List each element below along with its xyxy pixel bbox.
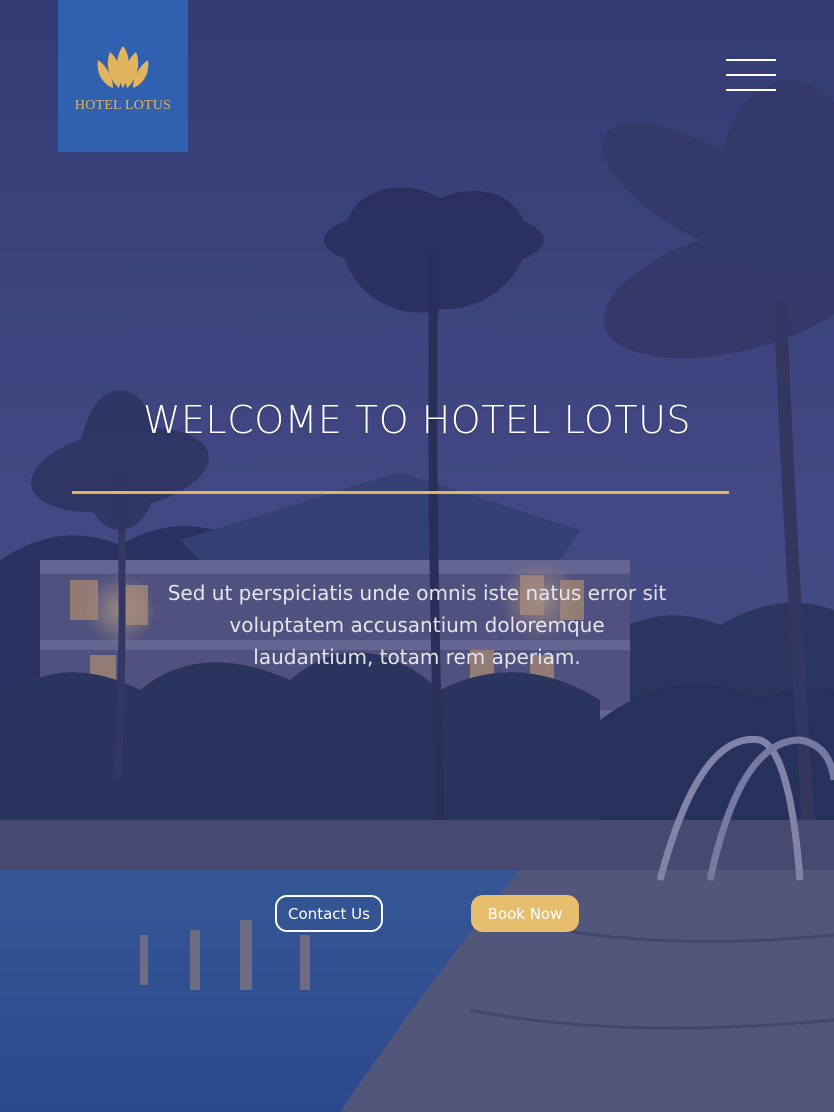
hero-title: WELCOME TO HOTEL LOTUS — [142, 398, 692, 442]
hamburger-menu-icon[interactable] — [726, 58, 776, 92]
hero-description: Sed ut perspiciatis unde omnis iste natu… — [167, 581, 667, 669]
color-overlay — [0, 0, 834, 1112]
book-now-button[interactable]: Book Now — [471, 895, 579, 932]
brand-name: HOTEL LOTUS — [74, 98, 172, 113]
brand-logo[interactable]: HOTEL LOTUS — [58, 0, 188, 152]
title-divider — [72, 491, 729, 494]
menu-line — [726, 89, 776, 91]
menu-line — [726, 74, 776, 76]
contact-us-button[interactable]: Contact Us — [275, 895, 383, 932]
menu-line — [726, 59, 776, 61]
lotus-icon — [97, 46, 149, 88]
hero-section: HOTEL LOTUS WELCOME TO HOTEL LOTUS Sed u… — [0, 0, 834, 1112]
